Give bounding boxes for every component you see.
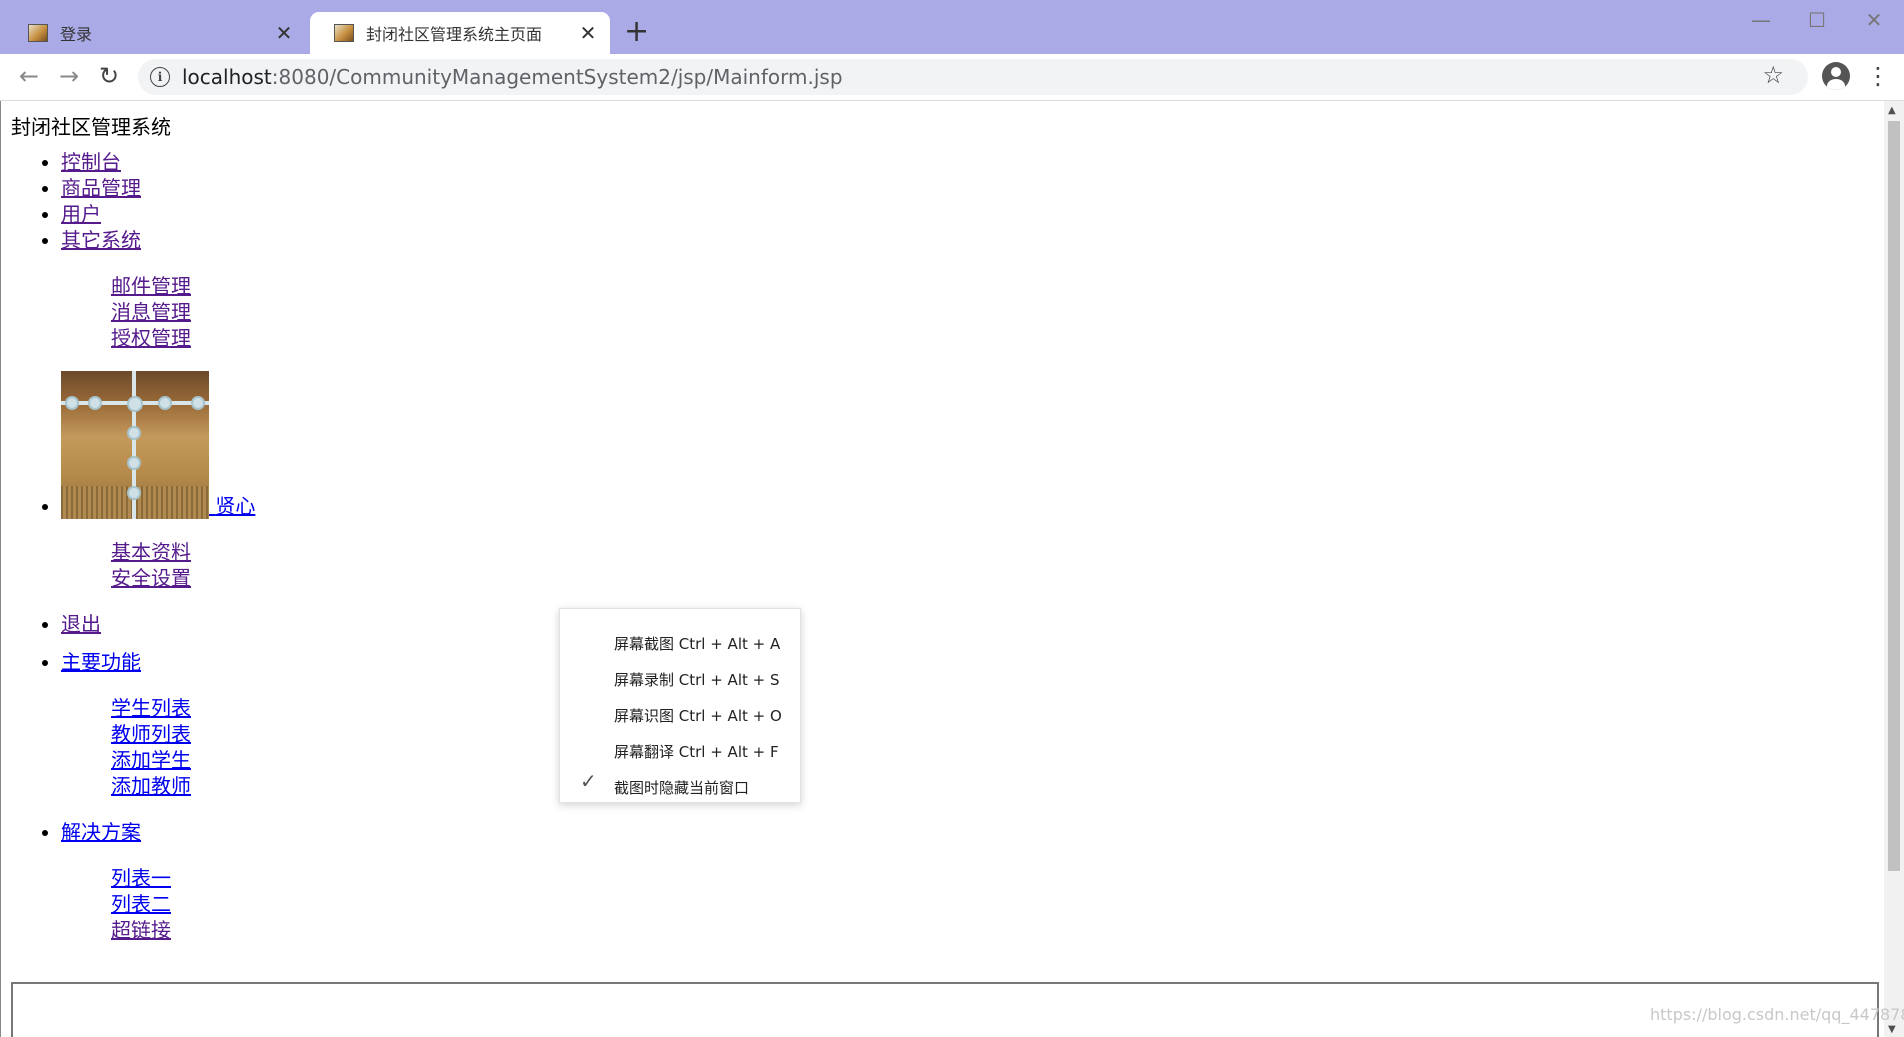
tab-main-page[interactable]: 封闭社区管理系统主页面 ✕ bbox=[310, 12, 610, 54]
browser-toolbar: ← → ↻ i localhost:8080/CommunityManageme… bbox=[0, 54, 1904, 101]
other-submenu: 邮件管理 消息管理 授权管理 bbox=[61, 273, 255, 351]
site-info-icon[interactable]: i bbox=[150, 67, 170, 87]
menu-item-screenshot[interactable]: 屏幕截图 Ctrl + Alt + A bbox=[614, 633, 780, 654]
forward-arrow-icon[interactable]: → bbox=[54, 62, 84, 90]
main-functions-submenu: 学生列表 教师列表 添加学生 添加教师 bbox=[61, 695, 255, 799]
site-title: 封闭社区管理系统 bbox=[11, 115, 171, 139]
nav-item-products: 商品管理 bbox=[61, 175, 255, 201]
nav-item-logout: 退出 bbox=[61, 611, 255, 637]
minimize-button[interactable]: — bbox=[1733, 6, 1789, 34]
main-functions-link[interactable]: 主要功能 bbox=[61, 650, 141, 674]
bookmark-star-icon[interactable]: ☆ bbox=[1762, 61, 1784, 89]
profile-icon[interactable] bbox=[1822, 62, 1850, 90]
add-student-link[interactable]: 添加学生 bbox=[111, 748, 191, 772]
checkmark-icon: ✓ bbox=[580, 769, 597, 793]
console-link[interactable]: 控制台 bbox=[61, 150, 121, 174]
menu-item-screen-translate[interactable]: 屏幕翻译 Ctrl + Alt + F bbox=[614, 741, 779, 762]
watermark: https://blog.csdn.net/qq_44787870 bbox=[1650, 1005, 1904, 1024]
scrollbar-thumb[interactable] bbox=[1888, 121, 1900, 871]
back-arrow-icon[interactable]: ← bbox=[14, 62, 44, 90]
authorization-management-link[interactable]: 授权管理 bbox=[111, 326, 191, 350]
teacher-list-link[interactable]: 教师列表 bbox=[111, 722, 191, 746]
tab-favicon-icon bbox=[334, 24, 354, 42]
address-bar[interactable]: i localhost:8080/CommunityManagementSyst… bbox=[138, 59, 1808, 95]
users-link[interactable]: 用户 bbox=[61, 202, 101, 226]
nav-item-console: 控制台 bbox=[61, 149, 255, 175]
logout-link[interactable]: 退出 bbox=[61, 612, 101, 636]
menu-item-hide-window[interactable]: 截图时隐藏当前窗口 bbox=[614, 777, 749, 798]
kebab-menu-icon[interactable]: ⋮ bbox=[1866, 62, 1890, 90]
user-submenu: 基本资料 安全设置 bbox=[61, 539, 255, 591]
menu-item-screen-ocr[interactable]: 屏幕识图 Ctrl + Alt + O bbox=[614, 705, 782, 726]
reload-icon[interactable]: ↻ bbox=[94, 62, 124, 90]
tab-login[interactable]: 登录 ✕ bbox=[4, 12, 306, 54]
maximize-button[interactable]: ☐ bbox=[1789, 6, 1845, 34]
main-nav: 控制台 商品管理 用户 其它系统 邮件管理 消息管理 授权管理 贤心 bbox=[0, 149, 255, 963]
user-profile-link[interactable]: 贤心 bbox=[61, 371, 256, 519]
scroll-down-arrow-icon[interactable]: ▼ bbox=[1888, 1024, 1896, 1035]
close-tab-icon[interactable]: ✕ bbox=[578, 21, 598, 45]
hyperlink-link[interactable]: 超链接 bbox=[111, 918, 171, 942]
solutions-link[interactable]: 解决方案 bbox=[61, 820, 141, 844]
tab-title: 封闭社区管理系统主页面 bbox=[366, 25, 543, 44]
username-label: 贤心 bbox=[215, 494, 256, 518]
screenshot-context-menu: 屏幕截图 Ctrl + Alt + A 屏幕录制 Ctrl + Alt + S … bbox=[559, 608, 801, 803]
nav-item-main-functions: 主要功能 学生列表 教师列表 添加学生 添加教师 bbox=[61, 649, 255, 799]
page-content: 封闭社区管理系统 控制台 商品管理 用户 其它系统 邮件管理 消息管理 授权管理 bbox=[0, 101, 1884, 1037]
vertical-scrollbar[interactable]: ▲ ▼ bbox=[1884, 101, 1904, 1037]
tab-favicon-icon bbox=[28, 24, 48, 42]
add-teacher-link[interactable]: 添加教师 bbox=[111, 774, 191, 798]
scroll-up-arrow-icon[interactable]: ▲ bbox=[1888, 105, 1896, 116]
close-window-button[interactable]: ✕ bbox=[1846, 6, 1902, 34]
menu-item-screen-record[interactable]: 屏幕录制 Ctrl + Alt + S bbox=[614, 669, 780, 690]
solutions-submenu: 列表一 列表二 超链接 bbox=[61, 865, 255, 943]
mail-management-link[interactable]: 邮件管理 bbox=[111, 274, 191, 298]
title-bar: 登录 ✕ 封闭社区管理系统主页面 ✕ + — ☐ ✕ bbox=[0, 0, 1904, 54]
nav-item-solutions: 解决方案 列表一 列表二 超链接 bbox=[61, 819, 255, 943]
products-link[interactable]: 商品管理 bbox=[61, 176, 141, 200]
other-systems-link[interactable]: 其它系统 bbox=[61, 228, 141, 252]
message-management-link[interactable]: 消息管理 bbox=[111, 300, 191, 324]
user-avatar[interactable] bbox=[61, 371, 209, 519]
url-text[interactable]: localhost:8080/CommunityManagementSystem… bbox=[182, 65, 843, 89]
nav-item-users: 用户 bbox=[61, 201, 255, 227]
student-list-link[interactable]: 学生列表 bbox=[111, 696, 191, 720]
nav-item-other: 其它系统 邮件管理 消息管理 授权管理 bbox=[61, 227, 255, 351]
nav-item-user: 贤心 基本资料 安全设置 bbox=[61, 371, 255, 591]
new-tab-button[interactable]: + bbox=[624, 14, 649, 50]
close-tab-icon[interactable]: ✕ bbox=[274, 21, 294, 45]
basic-info-link[interactable]: 基本资料 bbox=[111, 540, 191, 564]
content-frame[interactable] bbox=[11, 982, 1879, 1037]
list-two-link[interactable]: 列表二 bbox=[111, 892, 171, 916]
security-settings-link[interactable]: 安全设置 bbox=[111, 566, 191, 590]
list-one-link[interactable]: 列表一 bbox=[111, 866, 171, 890]
tab-title: 登录 bbox=[60, 25, 93, 44]
